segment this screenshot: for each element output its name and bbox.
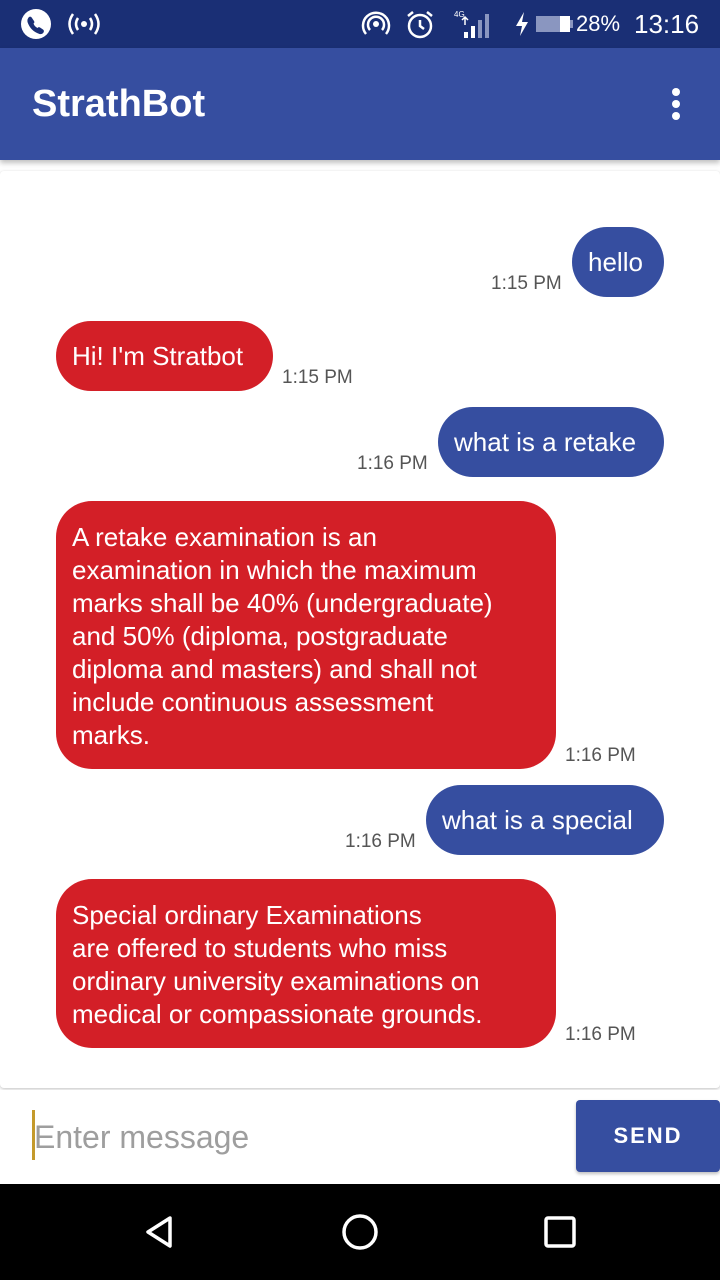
message-line: ordinary university examinations on (72, 966, 480, 996)
message-line: marks. (72, 720, 150, 750)
hotspot-icon (361, 11, 391, 35)
status-clock: 13:16 (634, 9, 700, 39)
message-timestamp: 1:16 PM (357, 453, 428, 474)
message-line: include continuous assessment (72, 687, 434, 717)
message-timestamp: 1:16 PM (565, 745, 636, 766)
user-message-bubble: what is a retake (438, 407, 664, 477)
message-timestamp: 1:16 PM (565, 1024, 636, 1045)
cell-signal-icon: 4G (454, 10, 489, 38)
message-line: and 50% (diploma, postgraduate (72, 621, 448, 651)
bot-message-bubble: A retake examination is an examination i… (56, 501, 556, 769)
message-timestamp: 1:15 PM (282, 367, 353, 388)
bot-message-bubble: Special ordinary Examinations are offere… (56, 879, 556, 1048)
message-composer: SEND (0, 1090, 720, 1184)
user-message-bubble: what is a special (426, 785, 664, 855)
status-bar: 4G 28% 13:16 (0, 0, 720, 48)
app-bar: StrathBot (0, 48, 720, 160)
message-line: are offered to students who miss (72, 933, 448, 963)
chat-message-list[interactable]: hello 1:15 PM Hi! I'm Stratbot 1:15 PM w… (0, 171, 720, 1088)
message-input[interactable] (34, 1112, 554, 1162)
navigation-bar (0, 1184, 720, 1280)
bot-message-bubble: Hi! I'm Stratbot (56, 321, 273, 391)
phone-call-icon (21, 9, 51, 39)
message-text: hello (588, 247, 643, 277)
message-line: examination in which the maximum (72, 555, 477, 585)
alarm-icon (407, 11, 433, 39)
network-type-label: 4G (454, 10, 465, 19)
home-icon[interactable] (340, 1212, 380, 1252)
user-message-bubble: hello (572, 227, 664, 297)
message-timestamp: 1:16 PM (345, 831, 416, 852)
message-text: what is a special (442, 805, 633, 835)
message-text: Hi! I'm Stratbot (72, 341, 244, 371)
message-line: A retake examination is an (72, 522, 377, 552)
send-button[interactable]: SEND (576, 1100, 720, 1172)
recents-icon[interactable] (540, 1212, 580, 1252)
overflow-menu-icon[interactable] (656, 84, 696, 124)
battery-icon (536, 16, 573, 32)
message-text: what is a retake (454, 427, 637, 457)
message-line: marks shall be 40% (undergraduate) (72, 588, 493, 618)
charging-icon (516, 12, 528, 36)
message-line: diploma and masters) and shall not (72, 654, 477, 684)
message-line: Special ordinary Examinations (72, 900, 422, 930)
app-title: StrathBot (32, 83, 206, 125)
back-icon[interactable] (140, 1212, 180, 1252)
wireless-signal-icon (68, 13, 100, 35)
message-timestamp: 1:15 PM (491, 273, 562, 294)
message-line: medical or compassionate grounds. (72, 999, 483, 1029)
battery-percent: 28% (576, 11, 621, 36)
